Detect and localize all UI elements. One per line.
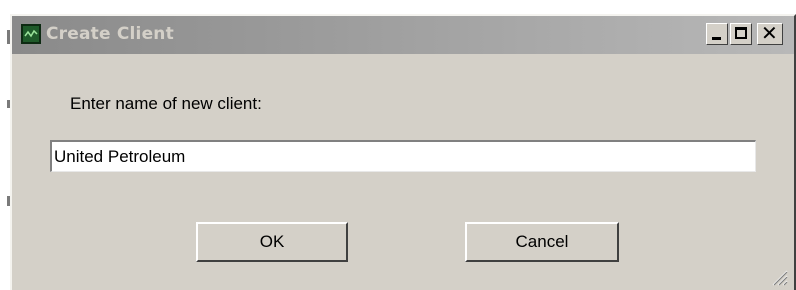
maximize-button[interactable] <box>730 23 752 45</box>
title-bar[interactable]: Create Client ✕ <box>12 16 794 54</box>
client-name-label: Enter name of new client: <box>70 94 262 113</box>
close-button[interactable]: ✕ <box>757 21 783 45</box>
app-graph-icon[interactable] <box>21 24 41 44</box>
minimize-button[interactable] <box>706 23 728 45</box>
create-client-dialog: Create Client ✕ Enter name of new client… <box>10 14 796 290</box>
resize-grip-icon[interactable] <box>770 268 788 286</box>
background-area <box>0 0 796 14</box>
window-title: Create Client <box>46 24 174 44</box>
ok-button[interactable]: OK <box>196 222 348 262</box>
client-name-input[interactable] <box>50 140 756 172</box>
close-icon: ✕ <box>761 21 778 45</box>
background-strip <box>0 0 10 290</box>
cancel-button[interactable]: Cancel <box>465 222 619 262</box>
minimize-icon <box>712 37 721 40</box>
maximize-icon <box>735 27 747 39</box>
